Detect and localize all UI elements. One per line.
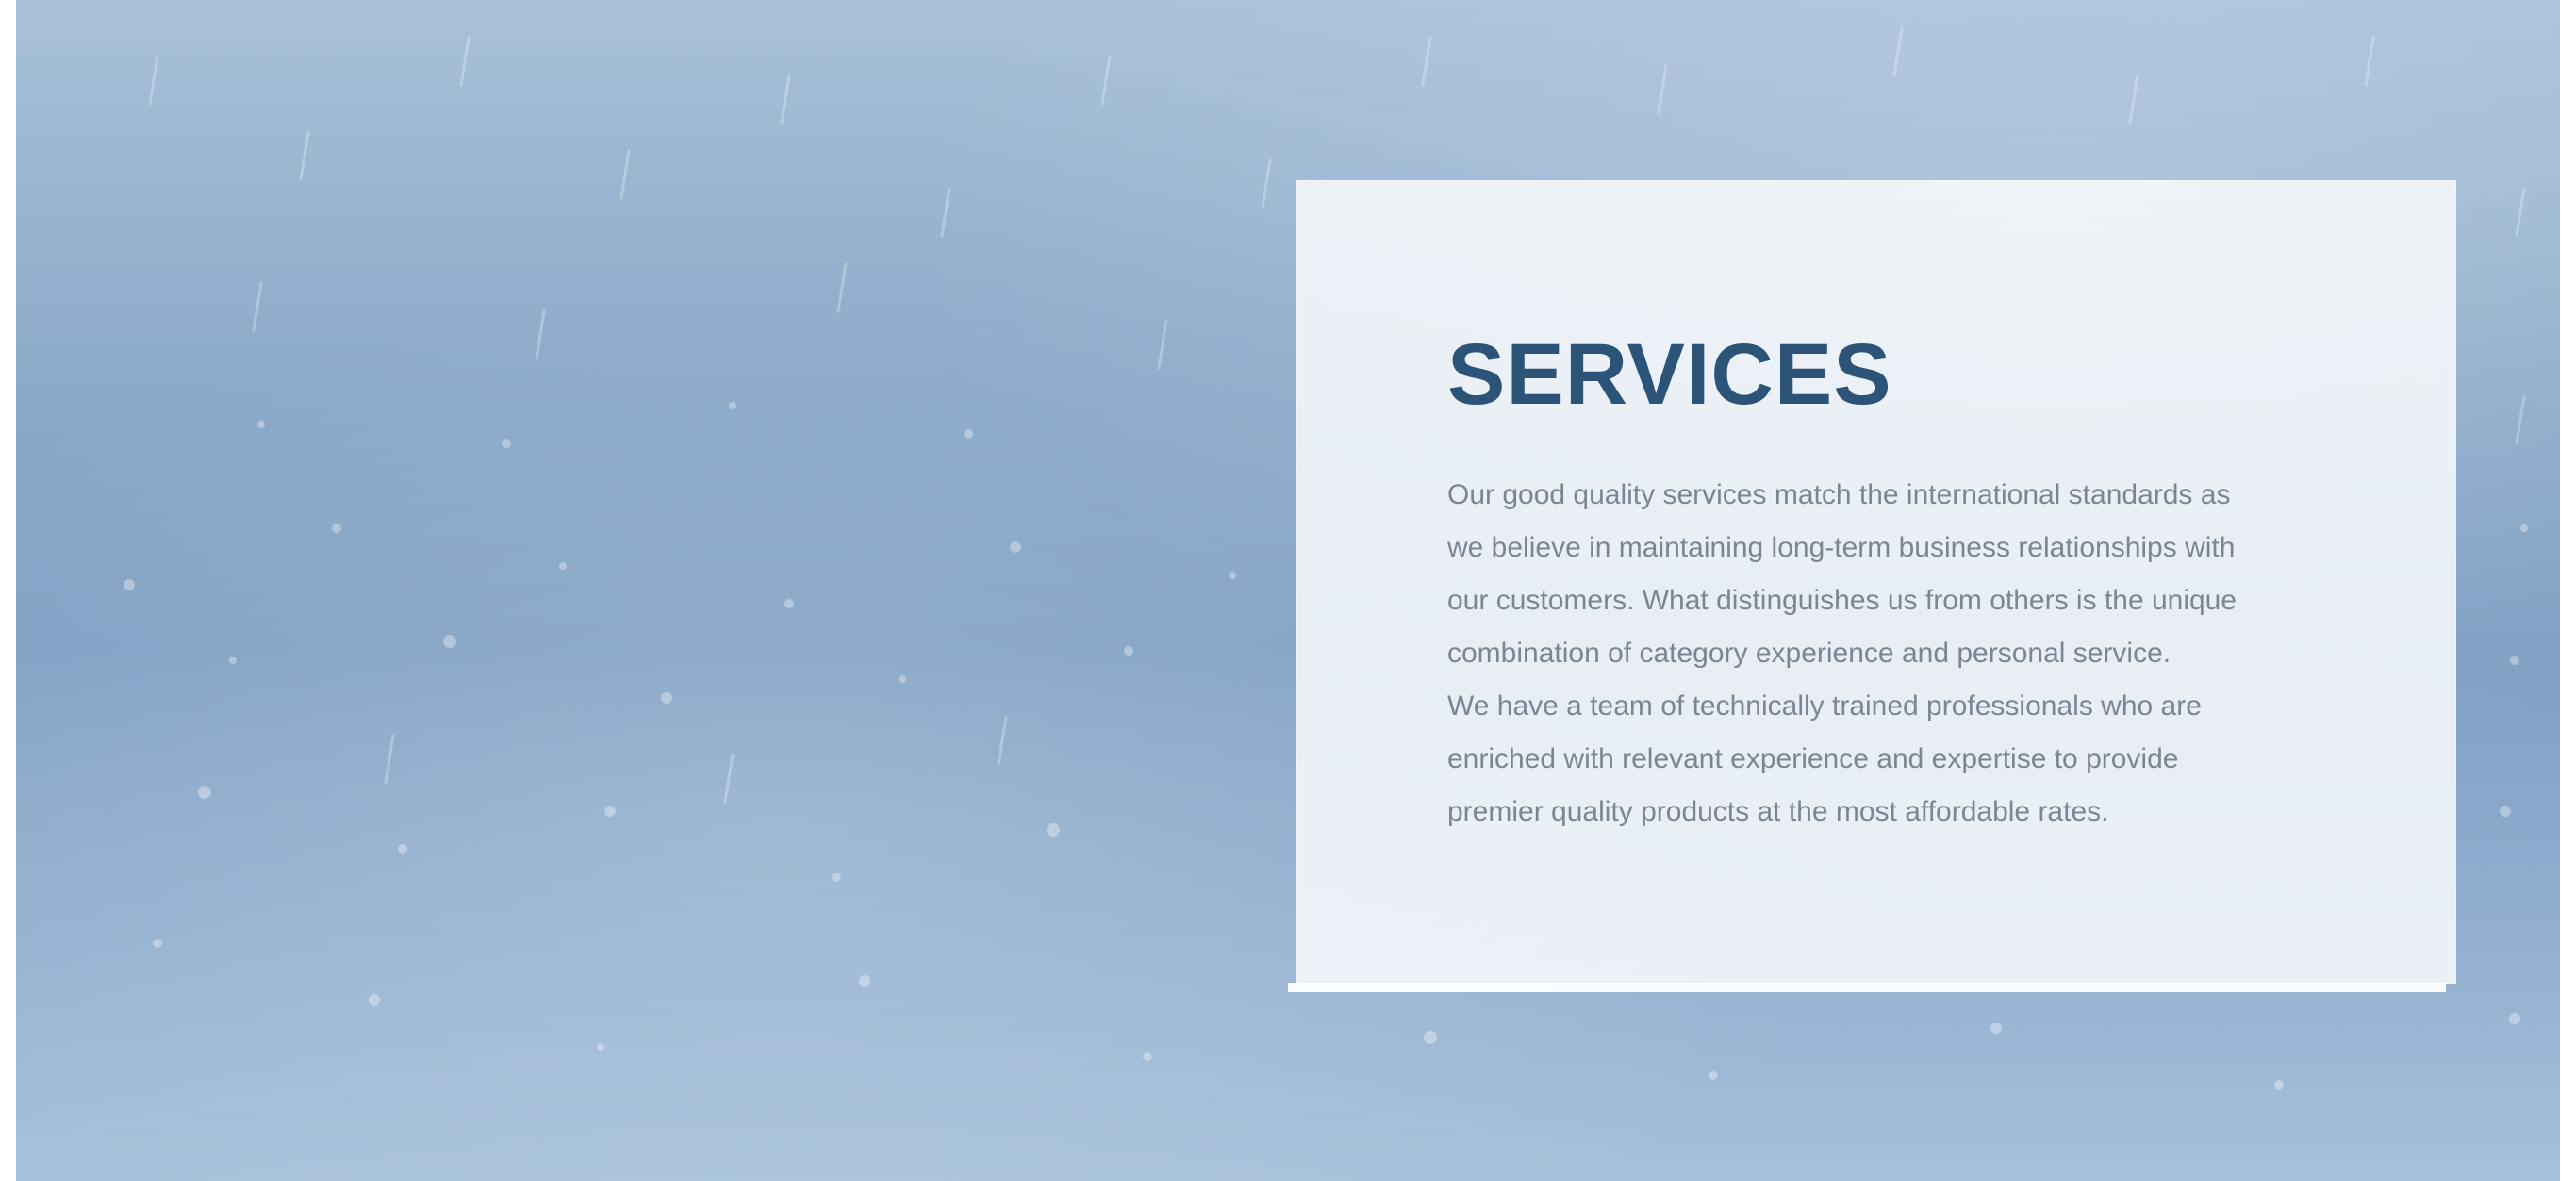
services-paragraph-2: We have a team of technically trained pr… [1447,690,2202,827]
services-paragraph-1: Our good quality services match the inte… [1447,479,2237,669]
services-title: SERVICES [1447,326,1892,423]
card-bottom-divider [1288,983,2446,992]
services-description: Our good quality services match the inte… [1447,469,2343,839]
services-card: SERVICES Our good quality services match… [1296,180,2456,984]
